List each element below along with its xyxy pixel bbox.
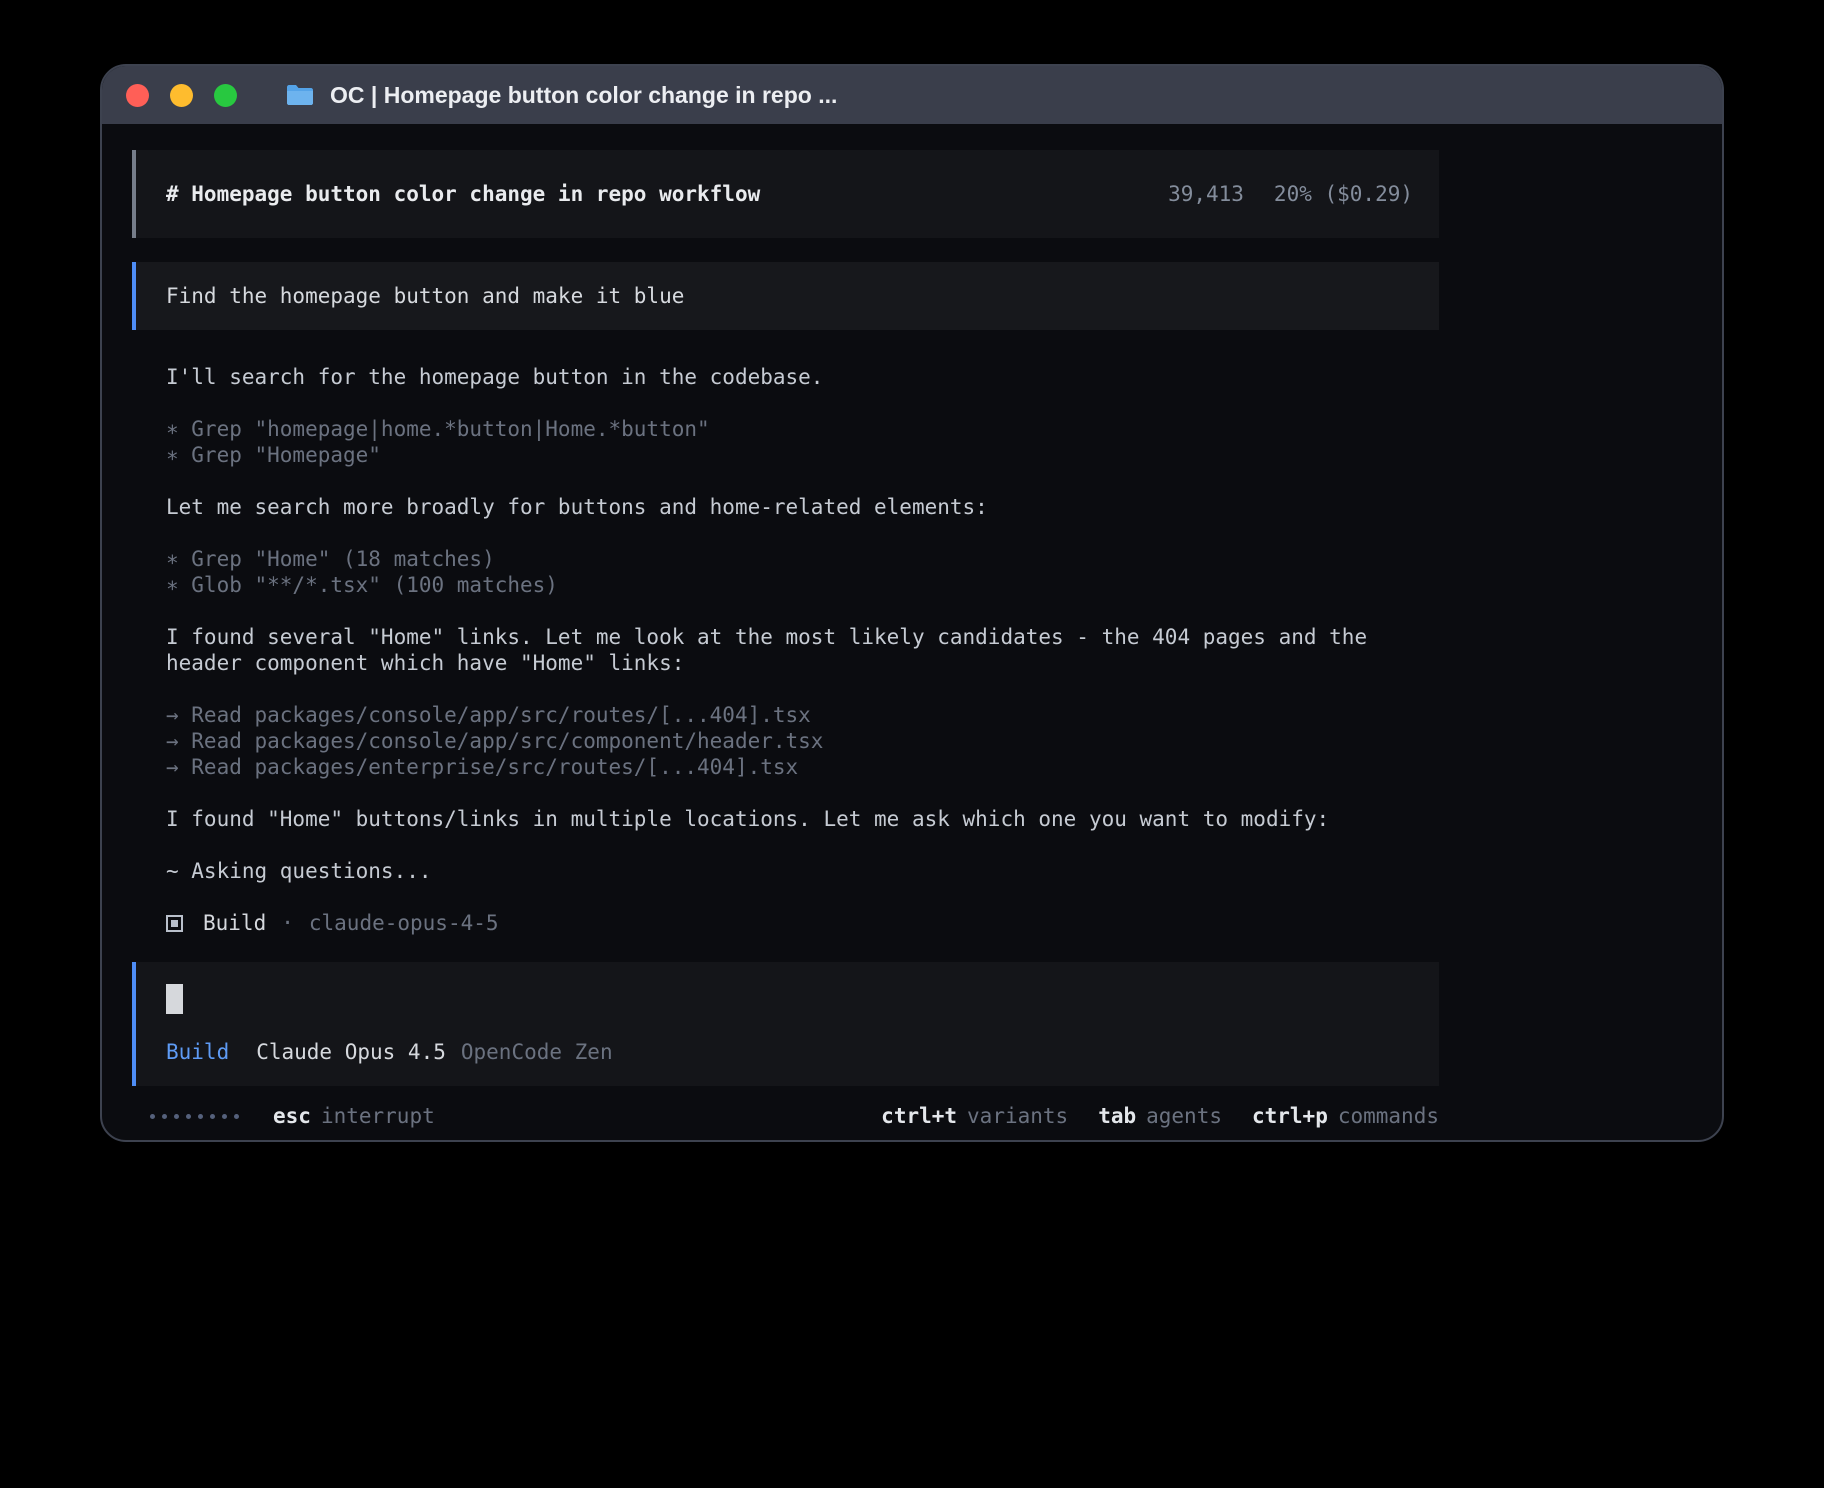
agent-name: Build [203, 910, 266, 936]
user-message-text: Find the homepage button and make it blu… [166, 284, 684, 308]
prompt-input[interactable]: Build Claude Opus 4.5 OpenCode Zen [132, 962, 1439, 1086]
shortcut-interrupt: esc interrupt [273, 1104, 435, 1128]
agent-model: claude-opus-4-5 [309, 910, 499, 936]
assistant-text: Let me search more broadly for buttons a… [166, 494, 1439, 520]
session-header: # Homepage button color change in repo w… [132, 150, 1439, 238]
tool-call-group: → Read packages/console/app/src/routes/[… [166, 702, 1439, 780]
shortcut-key: ctrl+t [881, 1104, 957, 1128]
session-title: # Homepage button color change in repo w… [166, 182, 760, 206]
tool-call-grep: ∗ Grep "Homepage" [166, 442, 1439, 468]
status-bar: esc interrupt ctrl+t variants tab agents… [132, 1104, 1439, 1128]
window-title-group: OC | Homepage button color change in rep… [285, 82, 837, 109]
agent-icon [166, 915, 183, 932]
mode-badge: Build [166, 1040, 229, 1064]
text-cursor [166, 984, 183, 1014]
window-titlebar[interactable]: OC | Homepage button color change in rep… [102, 66, 1722, 124]
tool-call-grep: ∗ Grep "homepage|home.*button|Home.*butt… [166, 416, 1439, 442]
zoom-button[interactable] [214, 84, 237, 107]
shortcut-key: ctrl+p [1252, 1104, 1328, 1128]
shortcut-key: tab [1098, 1104, 1136, 1128]
esc-key: esc [273, 1104, 311, 1128]
close-button[interactable] [126, 84, 149, 107]
tool-call-read: → Read packages/console/app/src/routes/[… [166, 702, 1439, 728]
tool-call-read: → Read packages/enterprise/src/routes/[.… [166, 754, 1439, 780]
shortcut-commands: ctrl+p commands [1252, 1104, 1439, 1128]
spinner-dots-icon [150, 1114, 239, 1119]
agent-status-line: Build · claude-opus-4-5 [166, 910, 1439, 936]
shortcut-variants: ctrl+t variants [881, 1104, 1068, 1128]
assistant-text: I found "Home" buttons/links in multiple… [166, 806, 1439, 832]
session-stats: 39,413 20% ($0.29) [1168, 182, 1413, 206]
tool-call-glob: ∗ Glob "**/*.tsx" (100 matches) [166, 572, 1439, 598]
terminal-window: OC | Homepage button color change in rep… [100, 64, 1724, 1142]
context-usage: 20% ($0.29) [1274, 182, 1413, 206]
input-meta: Build Claude Opus 4.5 OpenCode Zen [166, 1040, 1409, 1064]
dot-separator: · [281, 910, 294, 936]
shortcut-label: agents [1146, 1104, 1222, 1128]
shortcut-label: commands [1338, 1104, 1439, 1128]
tool-call-group: ∗ Grep "Home" (18 matches) ∗ Glob "**/*.… [166, 546, 1439, 598]
conversation: I'll search for the homepage button in t… [166, 364, 1439, 936]
status-text: ~ Asking questions... [166, 858, 1439, 884]
esc-label: interrupt [321, 1104, 435, 1128]
minimize-button[interactable] [170, 84, 193, 107]
window-title: OC | Homepage button color change in rep… [330, 82, 837, 109]
token-count: 39,413 [1168, 182, 1244, 206]
assistant-text: I found several "Home" links. Let me loo… [166, 624, 1439, 676]
user-message: Find the homepage button and make it blu… [132, 262, 1439, 330]
provider-name: OpenCode Zen [461, 1040, 613, 1064]
shortcut-group: ctrl+t variants tab agents ctrl+p comman… [881, 1104, 1439, 1128]
tool-call-grep: ∗ Grep "Home" (18 matches) [166, 546, 1439, 572]
shortcut-agents: tab agents [1098, 1104, 1222, 1128]
folder-icon [285, 83, 315, 107]
model-name: Claude Opus 4.5 [256, 1040, 446, 1064]
shortcut-label: variants [967, 1104, 1068, 1128]
assistant-text: I'll search for the homepage button in t… [166, 364, 1439, 390]
traffic-lights [126, 84, 237, 107]
tool-call-read: → Read packages/console/app/src/componen… [166, 728, 1439, 754]
tool-call-group: ∗ Grep "homepage|home.*button|Home.*butt… [166, 416, 1439, 468]
terminal-content: # Homepage button color change in repo w… [102, 124, 1722, 1140]
